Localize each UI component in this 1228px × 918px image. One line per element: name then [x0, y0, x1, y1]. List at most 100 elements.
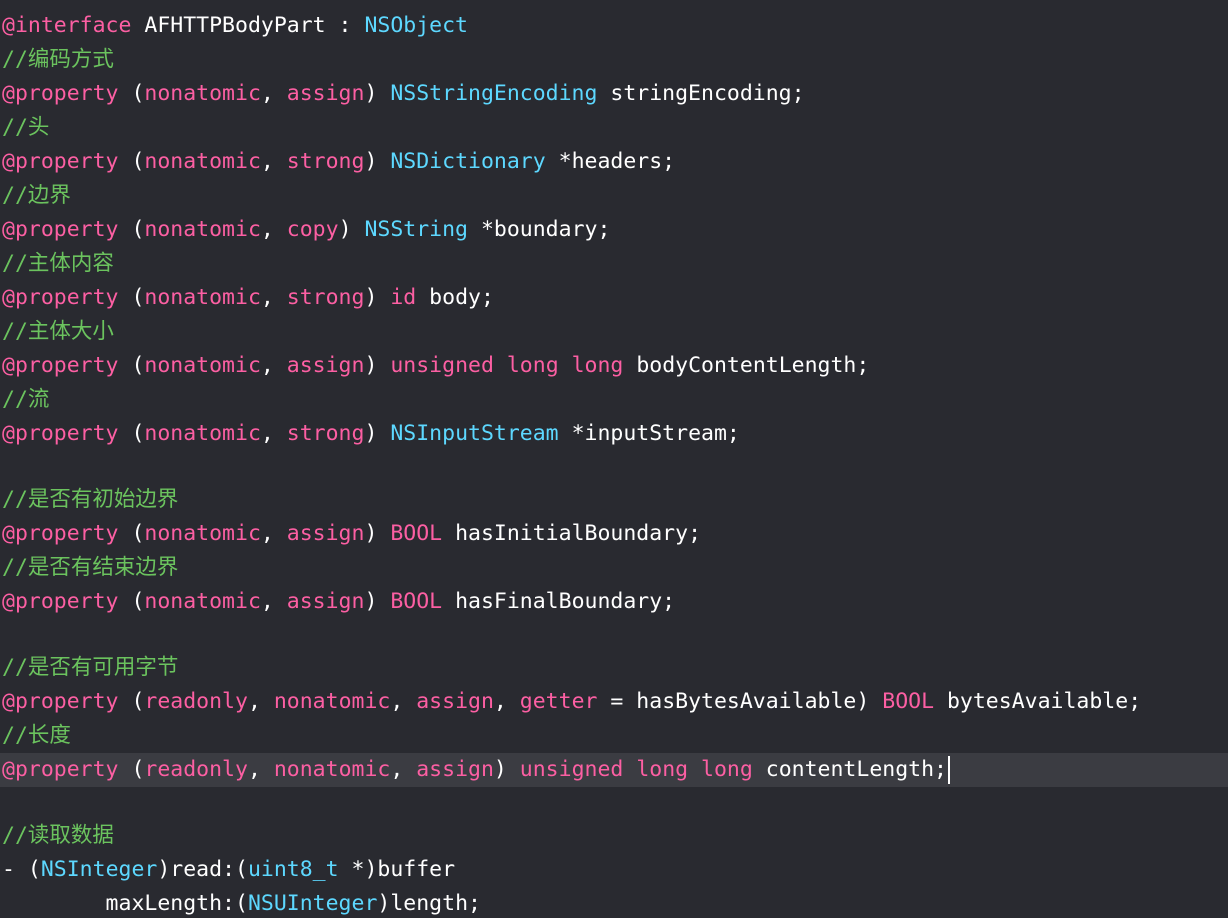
keyword-token: @property: [2, 589, 119, 614]
type-token: NSInputStream: [390, 421, 559, 446]
type-token: NSObject: [364, 13, 469, 38]
keyword-token: strong: [286, 285, 365, 310]
code-line[interactable]: @property (nonatomic, strong) NSDictiona…: [0, 145, 1228, 179]
text-token: ): [338, 217, 365, 242]
code-line[interactable]: //是否有可用字节: [0, 651, 1228, 685]
text-token: (: [118, 421, 145, 446]
keyword-token: nonatomic: [144, 353, 261, 378]
code-line[interactable]: //主体大小: [0, 315, 1228, 349]
text-token: ,: [260, 421, 287, 446]
code-line[interactable]: //长度: [0, 719, 1228, 753]
text-token: ,: [390, 689, 417, 714]
code-line[interactable]: //是否有结束边界: [0, 551, 1228, 585]
text-token: )read:(: [157, 857, 248, 882]
keyword-token: assign: [286, 521, 365, 546]
code-line[interactable]: //边界: [0, 179, 1228, 213]
text-token: ): [364, 421, 391, 446]
keyword-token: long: [636, 757, 689, 782]
keyword-token: nonatomic: [144, 217, 261, 242]
keyword-token: nonatomic: [144, 421, 261, 446]
keyword-token: strong: [286, 149, 365, 174]
text-token: ,: [493, 689, 520, 714]
comment-token: //流: [2, 387, 50, 412]
code-line[interactable]: @property (nonatomic, assign) BOOL hasFi…: [0, 585, 1228, 619]
text-token: body;: [416, 285, 494, 310]
keyword-token: @interface: [2, 13, 132, 38]
code-line[interactable]: @property (nonatomic, strong) id body;: [0, 281, 1228, 315]
code-line-empty[interactable]: [0, 787, 1228, 821]
text-token: ): [364, 285, 391, 310]
keyword-token: unsigned: [519, 757, 624, 782]
text-token: ,: [247, 757, 274, 782]
comment-token: //主体大小: [2, 319, 114, 344]
keyword-token: readonly: [144, 757, 248, 782]
keyword-token: long: [701, 757, 753, 782]
type-token: NSUInteger: [247, 891, 378, 916]
text-token: (: [118, 689, 145, 714]
keyword-token: BOOL: [390, 589, 443, 614]
text-token: ,: [260, 217, 287, 242]
code-line[interactable]: @property (nonatomic, assign) unsigned l…: [0, 349, 1228, 383]
keyword-token: @property: [2, 757, 119, 782]
text-token: *)buffer: [338, 857, 456, 882]
keyword-token: nonatomic: [144, 81, 261, 106]
keyword-token: @property: [2, 149, 119, 174]
keyword-token: id: [390, 285, 417, 310]
text-token: (: [118, 149, 145, 174]
keyword-token: @property: [2, 217, 119, 242]
text-token: ): [364, 589, 391, 614]
code-line-empty[interactable]: [0, 451, 1228, 485]
type-token: NSDictionary: [390, 149, 546, 174]
text-token: ,: [260, 149, 287, 174]
keyword-token: @property: [2, 285, 119, 310]
keyword-token: @property: [2, 521, 119, 546]
code-line[interactable]: //流: [0, 383, 1228, 417]
code-line[interactable]: //头: [0, 111, 1228, 145]
code-line[interactable]: //读取数据: [0, 819, 1228, 853]
text-token: ,: [260, 353, 287, 378]
text-token: (: [118, 521, 145, 546]
code-line[interactable]: @property (readonly, nonatomic, assign) …: [0, 753, 1228, 787]
code-line[interactable]: //编码方式: [0, 43, 1228, 77]
comment-token: //是否有可用字节: [2, 655, 179, 680]
text-token: AFHTTPBodyPart :: [131, 13, 365, 38]
text-token: *headers;: [545, 149, 676, 174]
code-line[interactable]: @property (nonatomic, strong) NSInputStr…: [0, 417, 1228, 451]
keyword-token: nonatomic: [273, 757, 391, 782]
code-line[interactable]: - (NSInteger)read:(uint8_t *)buffer: [0, 853, 1228, 887]
code-line[interactable]: @interface AFHTTPBodyPart : NSObject: [0, 9, 1228, 43]
text-token: ,: [390, 757, 417, 782]
keyword-token: nonatomic: [144, 521, 261, 546]
type-token: NSString: [364, 217, 469, 242]
keyword-token: assign: [416, 757, 494, 782]
comment-token: //编码方式: [2, 47, 114, 72]
keyword-token: assign: [286, 589, 365, 614]
keyword-token: copy: [286, 217, 339, 242]
text-token: contentLength;: [752, 757, 947, 782]
keyword-token: assign: [416, 689, 494, 714]
text-token: (: [118, 757, 145, 782]
code-line[interactable]: maxLength:(NSUInteger)length;: [0, 887, 1228, 918]
code-line[interactable]: @property (nonatomic, assign) BOOL hasIn…: [0, 517, 1228, 551]
code-line[interactable]: //是否有初始边界: [0, 483, 1228, 517]
text-token: stringEncoding;: [597, 81, 805, 106]
text-token: bytesAvailable;: [934, 689, 1142, 714]
code-line[interactable]: @property (readonly, nonatomic, assign, …: [0, 685, 1228, 719]
text-token: ): [493, 757, 520, 782]
keyword-token: getter: [519, 689, 598, 714]
text-token: hasFinalBoundary;: [442, 589, 676, 614]
text-cursor: [948, 756, 950, 784]
code-editor[interactable]: @interface AFHTTPBodyPart : NSObject //编码…: [0, 0, 1228, 918]
text-token: ): [364, 353, 391, 378]
code-line[interactable]: @property (nonatomic, assign) NSStringEn…: [0, 77, 1228, 111]
code-line[interactable]: @property (nonatomic, copy) NSString *bo…: [0, 213, 1228, 247]
keyword-token: nonatomic: [144, 285, 261, 310]
text-token: - (: [2, 857, 41, 882]
code-line-empty[interactable]: [0, 619, 1228, 653]
text-token: )length;: [377, 891, 481, 916]
code-line[interactable]: //主体内容: [0, 247, 1228, 281]
keyword-token: readonly: [144, 689, 248, 714]
text-token: ,: [247, 689, 274, 714]
